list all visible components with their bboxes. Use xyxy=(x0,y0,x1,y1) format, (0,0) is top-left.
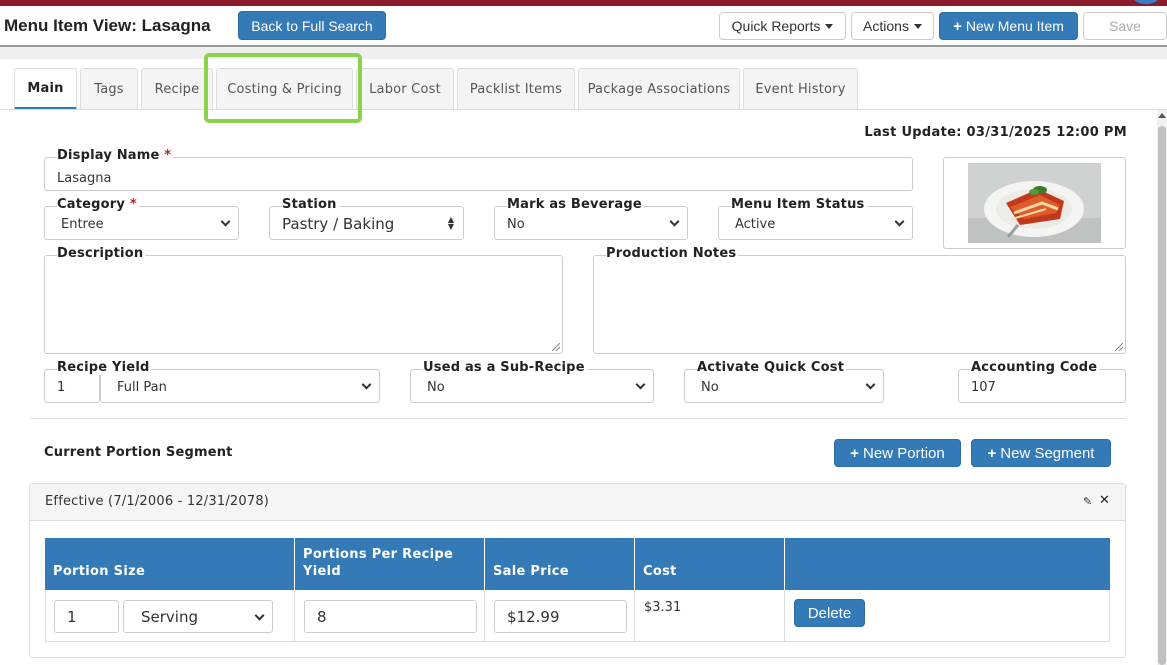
header-shadow xyxy=(0,47,1167,59)
portion-quantity-input[interactable]: 1 xyxy=(54,600,119,633)
actions-dropdown[interactable]: Actions xyxy=(851,12,934,40)
display-name-label-text: Display Name xyxy=(57,148,160,163)
plus-icon: + xyxy=(850,444,860,462)
table-cell xyxy=(635,590,785,642)
menu-item-photo xyxy=(968,163,1101,243)
used-as-sub-recipe-value: No xyxy=(427,379,445,395)
tab-recipe[interactable]: Recipe xyxy=(141,68,213,109)
quick-reports-dropdown[interactable]: Quick Reports xyxy=(719,12,846,40)
chevron-down-icon xyxy=(865,379,876,390)
menu-item-status-label: Menu Item Status xyxy=(731,197,867,212)
portion-quantity-value: 1 xyxy=(67,607,77,626)
portions-per-yield-input[interactable]: 8 xyxy=(304,600,477,633)
sale-price-value: $12.99 xyxy=(507,607,560,626)
portion-unit-select[interactable]: Serving xyxy=(123,600,273,633)
save-button[interactable]: Save xyxy=(1083,12,1167,40)
new-segment-label: New Segment xyxy=(1000,444,1095,462)
close-icon[interactable]: ✕ xyxy=(1099,493,1110,508)
recipe-yield-quantity-value: 1 xyxy=(57,379,66,395)
activate-quick-cost-value: No xyxy=(701,379,719,395)
tab-labor-cost[interactable]: Labor Cost xyxy=(356,68,454,109)
activate-quick-cost-label: Activate Quick Cost xyxy=(697,360,847,375)
mark-as-beverage-value: No xyxy=(507,216,525,232)
chevron-down-icon xyxy=(894,216,905,227)
used-as-sub-recipe-label: Used as a Sub-Recipe xyxy=(423,360,587,375)
column-header-sale-price: Sale Price xyxy=(485,538,635,590)
segment-effective-dates: Effective (7/1/2006 - 12/31/2078) xyxy=(45,494,270,509)
description-textarea[interactable] xyxy=(44,255,563,354)
pencil-icon[interactable]: ✎ xyxy=(1083,495,1092,508)
caret-down-icon xyxy=(913,23,922,29)
new-portion-button[interactable]: + New Portion xyxy=(834,439,961,467)
new-segment-button[interactable]: + New Segment xyxy=(971,439,1111,467)
station-label: Station xyxy=(282,197,339,212)
display-name-input[interactable]: Lasagna xyxy=(44,157,913,191)
tab-packlist-items[interactable]: Packlist Items xyxy=(457,68,575,109)
section-divider xyxy=(30,418,1126,419)
last-update-text: Last Update: 03/31/2025 12:00 PM xyxy=(864,125,1127,140)
column-header-portion-size: Portion Size xyxy=(45,538,295,590)
chevron-down-icon xyxy=(254,610,265,621)
station-value: Pastry / Baking xyxy=(282,215,395,233)
production-notes-label: Production Notes xyxy=(606,246,739,261)
tab-tags[interactable]: Tags xyxy=(80,68,138,109)
chevron-down-icon xyxy=(635,379,646,390)
new-menu-item-button[interactable]: + New Menu Item xyxy=(939,12,1078,40)
category-value: Entree xyxy=(61,216,104,232)
tab-main[interactable]: Main xyxy=(14,68,77,110)
recipe-yield-unit-value: Full Pan xyxy=(117,379,167,395)
quick-reports-label: Quick Reports xyxy=(731,18,821,34)
production-notes-textarea[interactable] xyxy=(593,255,1126,354)
chevron-down-icon xyxy=(669,216,680,227)
portions-per-yield-value: 8 xyxy=(317,607,327,626)
portion-unit-value: Serving xyxy=(141,607,198,626)
caret-down-icon xyxy=(825,23,834,29)
top-brand-bar xyxy=(0,0,1167,6)
tab-package-associations[interactable]: Package Associations xyxy=(578,68,740,109)
back-to-search-button[interactable]: Back to Full Search xyxy=(238,11,386,40)
highlight-box xyxy=(204,53,362,123)
page-title: Menu Item View: Lasagna xyxy=(4,16,211,35)
accounting-code-label: Accounting Code xyxy=(971,360,1100,375)
column-header-cost: Cost xyxy=(635,538,785,590)
recipe-yield-label: Recipe Yield xyxy=(57,360,152,375)
column-header-actions xyxy=(785,538,1110,590)
display-name-value: Lasagna xyxy=(57,170,112,186)
accounting-code-value: 107 xyxy=(971,379,996,395)
scroll-up-arrow-icon[interactable] xyxy=(1158,113,1166,118)
mark-as-beverage-label: Mark as Beverage xyxy=(507,197,644,212)
delete-portion-button[interactable]: Delete xyxy=(794,599,865,627)
tab-bar-border xyxy=(0,109,1167,110)
column-header-portions-per-yield: Portions Per Recipe Yield xyxy=(295,538,485,590)
new-menu-item-label: New Menu Item xyxy=(965,18,1064,34)
category-label-text: Category xyxy=(57,197,126,212)
required-marker: * xyxy=(129,197,137,212)
actions-label: Actions xyxy=(863,18,909,34)
up-down-arrows-icon: ▲ ▼ xyxy=(447,215,454,231)
scrollbar-thumb[interactable] xyxy=(1158,126,1166,665)
menu-item-status-value: Active xyxy=(735,216,776,232)
sale-price-input[interactable]: $12.99 xyxy=(494,600,627,633)
chevron-down-icon xyxy=(361,379,372,390)
portion-section-title: Current Portion Segment xyxy=(44,445,233,460)
description-label: Description xyxy=(57,246,146,261)
plus-icon: + xyxy=(987,444,997,462)
plus-icon: + xyxy=(953,17,962,35)
resize-handle-icon[interactable] xyxy=(1115,343,1123,351)
required-marker: * xyxy=(164,148,172,163)
chevron-down-icon xyxy=(220,216,231,227)
new-portion-label: New Portion xyxy=(863,444,945,462)
tab-event-history[interactable]: Event History xyxy=(743,68,858,109)
display-name-label: Display Name * xyxy=(57,148,174,163)
category-label: Category * xyxy=(57,197,139,212)
resize-handle-icon[interactable] xyxy=(552,343,560,351)
cost-value: $3.31 xyxy=(644,600,682,615)
